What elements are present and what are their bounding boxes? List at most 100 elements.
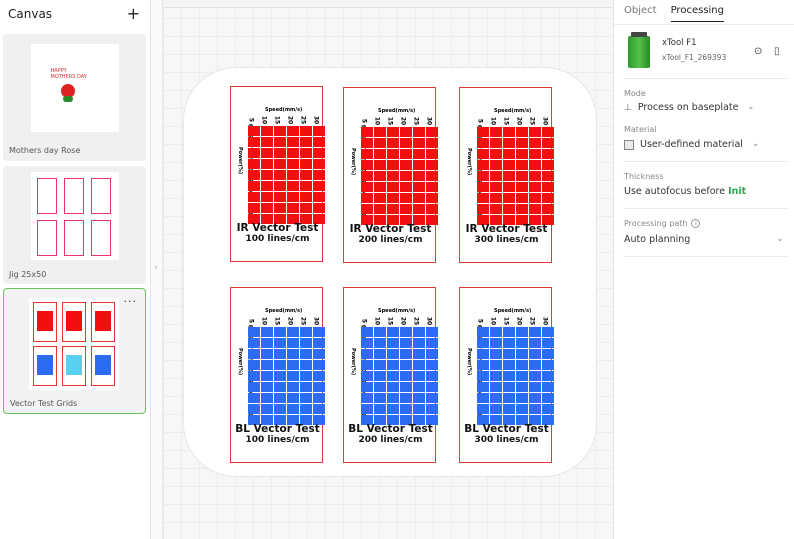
material-select[interactable]: User-defined material <box>624 139 743 150</box>
mode-select[interactable]: ⊥ Process on baseplate <box>624 102 738 113</box>
grid-cell <box>274 192 286 202</box>
grid-cell <box>400 138 412 148</box>
grid-cell <box>413 182 425 192</box>
grid-cell <box>490 160 502 170</box>
grid-cell <box>361 204 373 214</box>
grid-cell <box>300 327 312 337</box>
grid-cell <box>261 338 273 348</box>
grid-cell <box>261 148 273 158</box>
grid-cell <box>542 393 554 403</box>
grid-cell <box>490 371 502 381</box>
canvas-card-mothers-day[interactable]: HAPPY MOTHERS DAY Mothers day Rose <box>3 34 146 161</box>
grid-cell <box>287 404 299 414</box>
grid-cell <box>400 349 412 359</box>
grid-cell <box>248 393 260 403</box>
grid-cell <box>426 182 438 192</box>
speed-tick: 15 <box>502 116 510 126</box>
test-grid-card[interactable]: Speed(mm/s)51015202530606570758085909510… <box>343 87 438 263</box>
grid-cell <box>400 338 412 348</box>
divider <box>624 208 789 209</box>
tab-object[interactable]: Object <box>624 5 657 22</box>
material-value: User-defined material <box>640 139 743 150</box>
speed-tick: 30 <box>541 316 549 326</box>
speed-tick: 10 <box>373 116 381 126</box>
test-grid-card[interactable]: Speed(mm/s)51015202530606570758085909510… <box>230 86 325 262</box>
grid-cell <box>387 382 399 392</box>
grid-cell <box>274 159 286 169</box>
grid-cell <box>287 371 299 381</box>
path-select[interactable]: Auto planning <box>624 234 690 245</box>
tab-processing[interactable]: Processing <box>670 5 724 22</box>
test-grid-card[interactable]: Speed(mm/s)51015202530606570758085909510… <box>459 87 554 263</box>
thickness-text: Use autofocus before <box>624 186 726 197</box>
file-icon[interactable]: ▯ <box>774 46 780 57</box>
test-grid-card[interactable]: Speed(mm/s)51015202530606570758085909510… <box>459 287 554 463</box>
grid-cell <box>413 204 425 214</box>
grid-cell <box>313 192 325 202</box>
grid-cell <box>542 371 554 381</box>
mode-label: Mode <box>624 89 646 98</box>
grid-cell <box>542 193 554 203</box>
grid-cell <box>426 138 438 148</box>
speed-tick: 30 <box>312 316 320 326</box>
chevron-down-icon[interactable]: ⌄ <box>752 139 760 149</box>
grid-cell <box>516 149 528 159</box>
info-icon[interactable]: i <box>691 219 701 228</box>
grid-cell <box>261 360 273 370</box>
grid-cell <box>477 171 489 181</box>
grid-cell <box>248 126 260 136</box>
grid-cell <box>374 327 386 337</box>
grid-cell <box>503 127 515 137</box>
grid-title: IR Vector Test <box>236 222 319 234</box>
grid-cell <box>248 137 260 147</box>
grid-cell <box>413 149 425 159</box>
grid-cell <box>413 382 425 392</box>
speed-values: 5 10 15 20 25 30 <box>243 115 321 125</box>
more-options-icon[interactable]: ··· <box>124 295 138 308</box>
grid-cell <box>287 170 299 180</box>
speed-tick: 15 <box>273 316 281 326</box>
grid-cell <box>387 327 399 337</box>
grid-cell <box>248 404 260 414</box>
grid-cell <box>426 204 438 214</box>
grid-cell <box>274 148 286 158</box>
grid-cell <box>248 327 260 337</box>
grid-cell <box>477 149 489 159</box>
grid-cell <box>529 127 541 137</box>
grid-cell <box>516 193 528 203</box>
grid-cell <box>313 404 325 414</box>
test-grid-cells <box>361 127 438 225</box>
grid-cell <box>274 203 286 213</box>
path-label-row: Processing path i <box>624 219 701 228</box>
canvas-card-jig[interactable]: Jig 25x50 <box>3 166 146 284</box>
device-image <box>628 32 650 68</box>
grid-cell <box>400 127 412 137</box>
grid-cell <box>313 181 325 191</box>
grid-cell <box>274 371 286 381</box>
grid-cell <box>503 327 515 337</box>
grid-cell <box>300 371 312 381</box>
test-grid-card[interactable]: Speed(mm/s)51015202530606570758085909510… <box>230 287 325 463</box>
grid-cell <box>516 182 528 192</box>
grid-cell <box>274 327 286 337</box>
grid-cell <box>477 338 489 348</box>
path-label: Processing path <box>624 219 688 228</box>
target-icon[interactable]: ⊙ <box>754 46 762 57</box>
test-grid-card[interactable]: Speed(mm/s)51015202530606570758085909510… <box>343 287 438 463</box>
collapse-panel-icon[interactable]: ‹ <box>154 263 158 273</box>
canvas-thumbnail: HAPPY MOTHERS DAY <box>8 39 141 137</box>
init-link[interactable]: Init <box>728 186 746 197</box>
grid-cell <box>274 360 286 370</box>
add-canvas-icon[interactable]: + <box>127 6 140 22</box>
canvas-card-vector-test[interactable]: ··· Vector Test Grids <box>3 288 146 414</box>
grid-cell <box>313 137 325 147</box>
grid-cell <box>529 182 541 192</box>
grid-cell <box>287 393 299 403</box>
grid-cell <box>287 159 299 169</box>
grid-cell <box>374 171 386 181</box>
chevron-down-icon[interactable]: ⌄ <box>776 234 784 244</box>
grid-cell <box>542 349 554 359</box>
grid-cell <box>542 149 554 159</box>
chevron-down-icon[interactable]: ⌄ <box>747 102 755 112</box>
grid-cell <box>374 360 386 370</box>
